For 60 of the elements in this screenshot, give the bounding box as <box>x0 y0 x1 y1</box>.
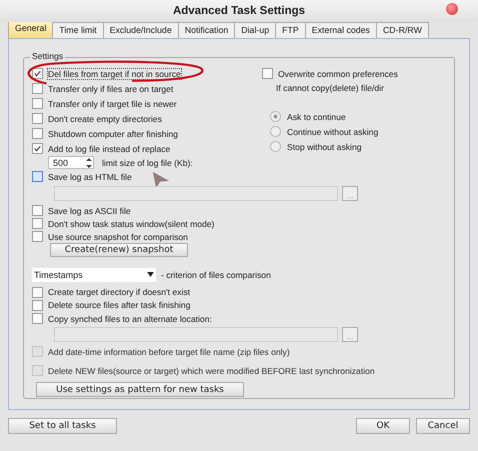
group-title: Settings <box>30 51 66 61</box>
radio-label: Stop without asking <box>287 142 362 152</box>
checkbox[interactable] <box>262 68 273 79</box>
checkbox-label: Copy synched files to an alternate location: <box>48 314 212 324</box>
checkbox-label: Shutdown computer after finishing <box>48 128 178 138</box>
path-field[interactable] <box>54 186 338 201</box>
checkbox-label: Use source snapshot for comparison <box>48 232 188 242</box>
checkbox[interactable] <box>32 143 43 154</box>
checkbox[interactable] <box>32 218 43 230</box>
set-all-button[interactable]: Set to all tasks <box>8 418 117 434</box>
radio-button[interactable] <box>270 141 281 152</box>
spinner-label: limit size of log file (Kb): <box>102 158 193 168</box>
checkbox-label: Transfer only if target file is newer <box>48 98 177 108</box>
tab[interactable]: Exclude/Include <box>102 22 179 38</box>
checkbox[interactable] <box>32 171 43 182</box>
tab[interactable]: Notification <box>178 22 236 38</box>
checkbox-label: Don't show task status window(silent mode) <box>48 218 214 229</box>
checkbox[interactable] <box>32 68 43 79</box>
tab[interactable]: FTP <box>275 22 306 38</box>
checkbox-label: Transfer only if files are on target <box>48 84 174 94</box>
tab[interactable]: Dial-up <box>234 22 276 38</box>
checkbox[interactable] <box>32 300 43 311</box>
checkbox[interactable] <box>32 205 43 216</box>
checkbox-label: Delete source files after task finishing <box>48 300 190 310</box>
tab[interactable]: External codes <box>304 22 377 38</box>
snapshot-button[interactable]: Create(renew) snapshot <box>50 243 188 258</box>
tab[interactable]: Time limit <box>52 22 104 38</box>
cursor-icon <box>152 171 170 189</box>
checkbox[interactable] <box>32 128 43 139</box>
radio-label: Ask to continue <box>287 112 346 122</box>
window-title: Advanced Task Settings <box>172 5 306 17</box>
path-field[interactable] <box>54 327 338 342</box>
dropdown-label: - criterion of files comparison <box>161 270 271 280</box>
pattern-button[interactable]: Use settings as pattern for new tasks <box>36 382 244 398</box>
checkbox-label: Save log as HTML file <box>48 172 132 182</box>
close-button[interactable] <box>446 3 458 15</box>
checkbox-label: Overwrite common preferences <box>278 68 398 78</box>
comparison-dropdown[interactable]: Timestamps <box>32 268 156 282</box>
checkbox[interactable] <box>32 113 43 124</box>
number-spinner[interactable]: 500 <box>48 156 94 169</box>
checkbox[interactable] <box>32 313 43 324</box>
checkbox[interactable] <box>32 98 43 109</box>
tab[interactable]: CD-R/RW <box>376 22 429 38</box>
radio-button[interactable] <box>270 111 281 122</box>
checkbox[interactable] <box>32 83 43 94</box>
checkbox[interactable] <box>32 231 43 242</box>
radio-button[interactable] <box>270 126 281 137</box>
checkbox-label: Del files from target if not in source <box>48 68 181 78</box>
checkbox-label: Add to log file instead of replace <box>48 144 170 154</box>
checkbox-label: Save log as ASCII file <box>48 206 131 216</box>
radio-label: Continue without asking <box>287 126 378 136</box>
checkbox[interactable] <box>32 286 43 298</box>
ok-button[interactable]: OK <box>356 418 410 434</box>
checkbox-label: Delete NEW files(source or target) which were modified BEFORE last synchronization <box>48 366 375 376</box>
cancel-button[interactable]: Cancel <box>416 418 470 434</box>
caption-text: If cannot copy(delete) file/dir <box>275 82 385 95</box>
caret-icon[interactable] <box>146 272 154 278</box>
checkbox-label: Add date-time information before target file name (zip files only) <box>48 346 290 357</box>
checkbox-label: Create target directory if doesn't exist <box>48 287 190 298</box>
checkbox-label: Don't create empty directories <box>48 114 162 124</box>
